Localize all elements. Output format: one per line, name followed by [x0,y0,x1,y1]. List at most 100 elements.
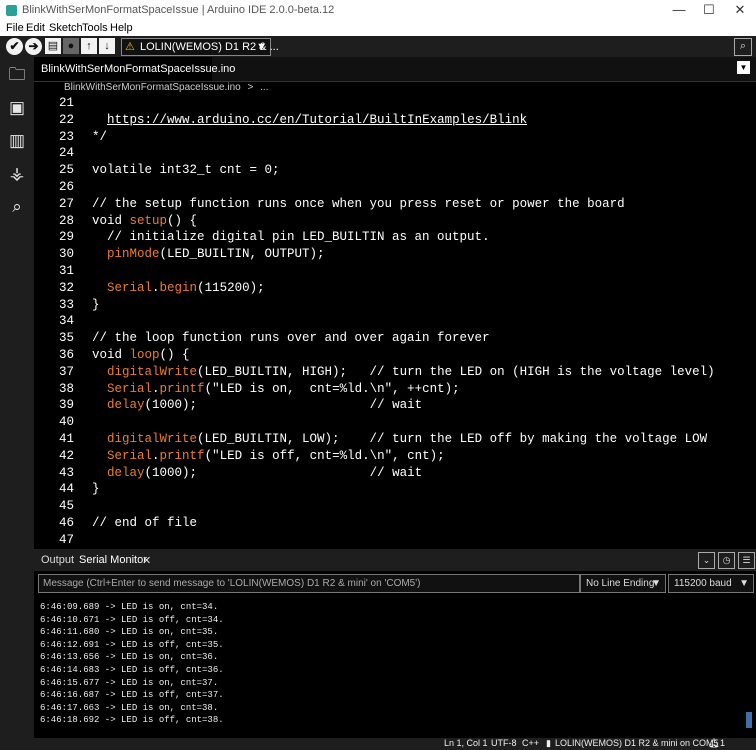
menu-sketch[interactable]: Sketch [49,22,83,34]
code-line[interactable]: 28 void setup() { [34,214,756,231]
serial-monitor-toggle-icon[interactable]: ⌕ [734,38,752,56]
code-editor[interactable]: 21 22 https://www.arduino.cc/en/Tutorial/… [34,96,756,547]
serial-line: 6:46:09.689 -> LED is on, cnt=34. [40,602,219,612]
menu-bar: File Edit Sketch Tools Help [0,21,756,36]
line-number: 36 [58,348,74,362]
sketchbook-icon[interactable]: 🗀 [7,65,27,85]
tab-output[interactable]: Output [41,554,74,566]
code-line[interactable]: 30 pinMode(LED_BUILTIN, OUTPUT); [34,247,756,264]
timestamp-icon[interactable]: ◷ [718,552,735,569]
breadcrumb-file[interactable]: BlinkWithSerMonFormatSpaceIssue.ino [64,82,241,93]
code-line[interactable]: 47 [34,533,756,550]
code-line[interactable]: 38 Serial.printf("LED is on, cnt=%ld.\n"… [34,382,756,399]
breadcrumb-rest[interactable]: ... [260,82,268,93]
upload-icon[interactable]: ➔ [25,38,42,55]
chevron-down-icon: ▼ [256,41,267,53]
code-line[interactable]: 46 // end of file [34,516,756,533]
code-text: digitalWrite(LED_BUILTIN, HIGH); // turn… [107,364,715,379]
close-button[interactable]: ✕ [725,1,755,20]
file-encoding[interactable]: UTF-8 [491,738,517,748]
board-port-icon: ▮ [546,738,551,748]
library-manager-icon[interactable]: ▥ [7,131,27,151]
maximize-button[interactable]: ☐ [694,1,724,20]
save-icon[interactable]: ↓ [99,38,115,54]
clear-output-icon[interactable]: ☰ [738,552,755,569]
serial-line: 6:46:18.692 -> LED is off, cnt=38. [40,715,224,726]
new-sketch-icon[interactable]: ▤ [45,38,61,54]
code-line[interactable]: 41 digitalWrite(LED_BUILTIN, LOW); // tu… [34,432,756,449]
serial-line: 6:46:14.683 -> LED is off, cnt=36. [40,665,224,675]
serial-line: 6:46:16.687 -> LED is off, cnt=37. [40,690,224,701]
code-line[interactable]: 22 https://www.arduino.cc/en/Tutorial/Bu… [34,113,756,130]
line-number: 34 [58,314,74,329]
code-line[interactable]: 21 [34,96,756,113]
line-number: 23 [58,129,74,144]
code-line[interactable]: 42 Serial.printf("LED is off, cnt=%ld.\n… [34,449,756,466]
board-selector[interactable]: ⚠ LOLIN(WEMOS) D1 R2 & ... ▼ [121,38,279,56]
minimize-button[interactable]: — [664,1,694,20]
verify-icon[interactable]: ✔ [6,38,23,55]
code-text: */ [92,129,108,144]
menu-tools[interactable]: Tools [82,22,108,34]
code-text: digitalWrite(LED_BUILTIN, LOW); // turn … [107,432,708,446]
debug-button-icon[interactable]: ● [63,38,79,54]
code-line[interactable]: 33} [34,298,756,315]
code-line[interactable]: 26 [34,180,756,197]
title-bar: BlinkWithSerMonFormatSpaceIssue | Arduin… [0,0,756,21]
line-ending-select[interactable]: No Line Ending ▼ [580,574,666,593]
line-number: 42 [58,448,74,463]
code-text: https://www.arduino.cc/en/Tutorial/Built… [107,112,528,127]
board-port-status[interactable]: LOLIN(WEMOS) D1 R2 & mini on COM5 [555,738,719,748]
menu-help[interactable]: Help [110,22,133,34]
serial-output-scrollbar[interactable] [746,712,752,728]
boards-manager-icon[interactable]: ▣ [7,98,27,118]
line-ending-value: No Line Ending [586,578,655,589]
code-line[interactable]: 43 delay(1000); // wait [34,466,756,483]
editor-tab-label: BlinkWithSerMonFormatSpaceIssue.ino [41,63,236,75]
editor-tab[interactable]: BlinkWithSerMonFormatSpaceIssue.ino [34,57,235,81]
line-number: 43 [58,465,74,480]
tab-serial-monitor[interactable]: Serial Monitor [79,554,147,566]
code-line[interactable]: 44} [34,482,756,499]
code-line[interactable]: 25 volatile int32_t cnt = 0; [34,163,756,180]
line-number: 38 [58,381,74,396]
notifications-icon[interactable]: 🔔︎ [708,738,719,749]
code-line[interactable]: 24 [34,146,756,163]
code-text: void loop() { [92,348,190,362]
autoscroll-icon[interactable]: ⌄ [698,552,715,569]
code-line[interactable]: 29 // initialize digital pin LED_BUILTIN… [34,230,756,247]
code-line[interactable]: 31 [34,264,756,281]
baud-rate-value: 115200 baud [674,578,732,589]
code-line[interactable]: 40 [34,415,756,432]
line-number: 25 [58,163,74,178]
menu-file[interactable]: File [6,22,24,34]
cursor-position[interactable]: Ln 1, Col 1 [444,738,488,748]
language-mode[interactable]: C++ [522,738,539,748]
open-icon[interactable]: ↑ [81,38,97,54]
window-title: BlinkWithSerMonFormatSpaceIssue | Arduin… [22,4,335,16]
code-text: void setup() { [92,213,198,228]
line-number: 35 [58,331,74,346]
serial-line: 6:46:17.663 -> LED is on, cnt=38. [40,702,219,713]
code-line[interactable]: 36 void loop() { [34,348,756,365]
line-number: 28 [58,213,74,228]
tab-menu-icon[interactable]: ▼ [737,61,750,74]
code-line[interactable]: 37 digitalWrite(LED_BUILTIN, HIGH); // t… [34,365,756,382]
code-line[interactable]: 34 [34,314,756,331]
search-icon[interactable]: ⌕ [7,197,27,217]
code-line[interactable]: 45 [34,499,756,516]
debug-icon[interactable]: ⚶ [7,164,27,184]
code-line[interactable]: 39 delay(1000); // wait [34,398,756,415]
menu-edit[interactable]: Edit [26,22,45,34]
code-line[interactable]: 32 Serial.begin(115200); [34,281,756,298]
line-number: 41 [58,432,74,446]
serial-line: 6:46:10.671 -> LED is off, cnt=34. [40,614,224,625]
code-line[interactable]: 27 // the setup function runs once when y… [34,197,756,214]
code-line[interactable]: 23 */ [34,130,756,147]
code-text: delay(1000); // wait [107,398,423,413]
code-text: pinMode(LED_BUILTIN, OUTPUT); [107,247,325,262]
serial-message-input[interactable]: Message (Ctrl+Enter to send message to '… [38,574,580,593]
code-line[interactable]: 35 // the loop function runs over and ove… [34,331,756,348]
close-icon[interactable]: ✕ [142,554,151,567]
baud-rate-select[interactable]: 115200 baud ▼ [668,574,754,593]
